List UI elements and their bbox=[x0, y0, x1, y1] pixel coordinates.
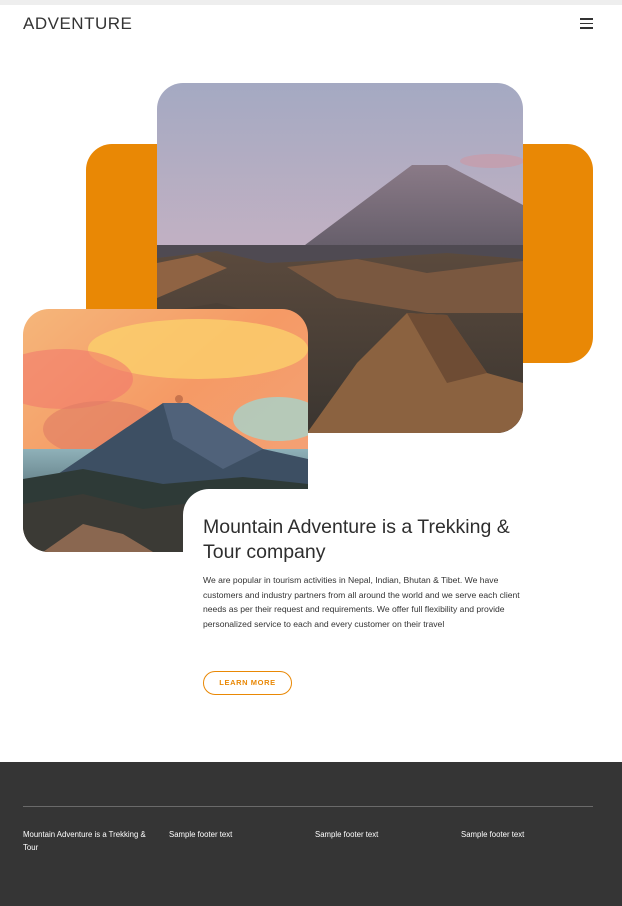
hero-description: We are popular in tourism activities in … bbox=[203, 575, 520, 629]
learn-more-button[interactable]: LEARN MORE bbox=[203, 671, 292, 695]
site-header: ADVENTURE bbox=[0, 5, 622, 45]
site-footer: Mountain Adventure is a Trekking & Tour … bbox=[0, 762, 622, 906]
hero-headline: Mountain Adventure is a Trekking & Tour … bbox=[203, 516, 510, 563]
site-logo[interactable]: ADVENTURE bbox=[23, 14, 132, 34]
footer-divider bbox=[23, 806, 593, 807]
menu-bar bbox=[580, 18, 593, 20]
menu-bar bbox=[580, 22, 593, 25]
intro-card: Mountain Adventure is a Trekking & Tour … bbox=[183, 489, 563, 719]
footer-column-1: Mountain Adventure is a Trekking & Tour bbox=[23, 830, 146, 852]
footer-column-3: Sample footer text bbox=[315, 830, 379, 839]
hamburger-menu-icon[interactable] bbox=[580, 18, 593, 29]
menu-bar bbox=[580, 27, 593, 29]
footer-column-4: Sample footer text bbox=[461, 830, 525, 839]
footer-column-2: Sample footer text bbox=[169, 830, 233, 839]
